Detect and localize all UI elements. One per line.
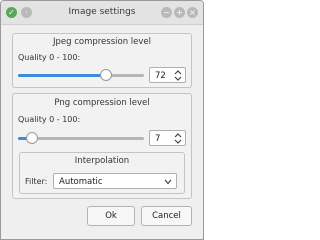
png-quality-label: Quality 0 - 100:	[18, 115, 81, 124]
jpeg-quality-value: 72	[155, 71, 166, 81]
title-bar: ✓ · Image settings − + ×	[1, 1, 203, 25]
chevron-down-icon	[164, 178, 172, 187]
ok-button[interactable]: Ok	[87, 206, 135, 226]
slider-handle[interactable]	[100, 69, 112, 81]
png-quality-slider[interactable]	[18, 130, 144, 146]
filter-label: Filter:	[25, 177, 48, 186]
png-quality-spinbox[interactable]: 7	[149, 130, 186, 146]
png-group-title: Png compression level	[54, 98, 150, 108]
jpeg-quality-label: Quality 0 - 100:	[18, 53, 81, 62]
jpeg-compression-group: Jpeg compression level Quality 0 - 100: …	[12, 33, 192, 88]
filter-select[interactable]: Automatic	[53, 173, 177, 189]
close-icon[interactable]: ×	[187, 7, 198, 18]
jpeg-group-title: Jpeg compression level	[52, 37, 152, 47]
jpeg-quality-spinbox[interactable]: 72	[149, 67, 186, 83]
png-compression-group: Png compression level Quality 0 - 100: 7…	[12, 93, 192, 199]
jpeg-quality-slider[interactable]	[18, 67, 144, 83]
spin-arrows-icon[interactable]	[174, 132, 182, 145]
image-settings-dialog: ✓ · Image settings − + × Jpeg compressio…	[0, 0, 204, 240]
filter-selected-value: Automatic	[59, 177, 103, 187]
minimize-icon[interactable]: −	[161, 7, 172, 18]
png-quality-value: 7	[155, 134, 161, 144]
maximize-icon[interactable]: +	[174, 7, 185, 18]
spin-arrows-icon[interactable]	[174, 69, 182, 82]
interpolation-group: Interpolation Filter: Automatic	[19, 152, 185, 194]
slider-handle[interactable]	[26, 132, 38, 144]
cancel-button[interactable]: Cancel	[141, 206, 192, 226]
slider-fill	[18, 74, 106, 77]
window-title: Image settings	[68, 7, 136, 17]
interpolation-group-title: Interpolation	[74, 156, 130, 166]
